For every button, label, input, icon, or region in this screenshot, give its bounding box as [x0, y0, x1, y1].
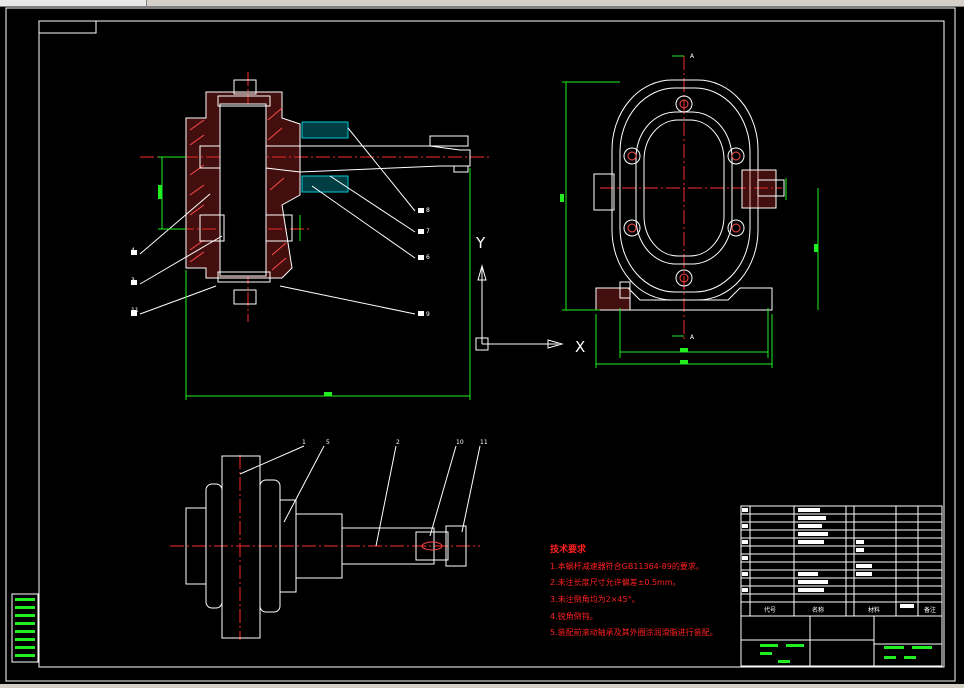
label-3: 3	[131, 277, 135, 284]
label-4: 4	[131, 247, 135, 254]
header-remark: 备注	[924, 606, 936, 614]
requirement-3: 3.未注倒角均为2×45°。	[550, 594, 640, 604]
requirement-4: 4.锐角倒钝。	[550, 611, 598, 621]
requirements-title: 技术要求	[550, 543, 587, 555]
drawing-canvas[interactable]: Y X A A 代号 名称 材料 备注 技术要求 1.本蜗杆减速器符合GB113…	[0, 0, 964, 688]
technical-requirements: 技术要求 1.本蜗杆减速器符合GB11364-89的要求。 2.未注长度尺寸允许…	[550, 543, 718, 637]
leader-labels: 4 3 11 8 7 6 9 1 5 2 10 11	[131, 207, 488, 446]
bearing-cover-top	[301, 121, 349, 139]
cad-drawing-window: Y X A A 代号 名称 材料 备注 技术要求 1.本蜗杆减速器符合GB113…	[0, 0, 964, 688]
header-name: 名称	[812, 606, 824, 614]
title-block[interactable]: 代号 名称 材料 备注	[740, 505, 943, 667]
label-9: 9	[426, 311, 430, 318]
label-8: 8	[426, 207, 430, 214]
requirement-2: 2.未注长度尺寸允许偏差±0.5mm。	[550, 577, 681, 587]
section-mark-top: A	[690, 53, 695, 60]
label-bottom-10: 10	[456, 439, 464, 446]
worm-wheel-body	[221, 455, 261, 639]
top-view	[170, 445, 481, 640]
corner-code-box	[38, 20, 97, 34]
side-strip	[11, 593, 39, 663]
status-bar	[0, 684, 964, 688]
section-mark-bottom: A	[690, 334, 695, 341]
requirement-5: 5.装配前滚动轴承及其外圈涂润滑脂进行装配。	[550, 627, 718, 637]
label-7: 7	[426, 228, 430, 235]
section-view	[131, 72, 492, 400]
header-code: 代号	[764, 606, 776, 614]
x-axis-label: X	[575, 338, 585, 356]
label-bottom-1: 1	[302, 439, 306, 446]
header-material: 材料	[868, 606, 880, 614]
y-axis-label: Y	[475, 234, 486, 252]
front-view: A A	[560, 53, 819, 368]
label-6: 6	[426, 254, 430, 261]
label-bottom-11: 11	[480, 439, 488, 446]
label-11: 11	[131, 307, 139, 314]
requirement-1: 1.本蜗杆减速器符合GB11364-89的要求。	[550, 561, 704, 571]
bearing-cover-bottom	[301, 175, 349, 193]
label-bottom-2: 2	[396, 439, 400, 446]
label-bottom-5: 5	[326, 439, 330, 446]
housing-outline	[611, 79, 759, 301]
ucs-axis-icon: Y X	[475, 234, 585, 356]
worm-wheel	[219, 103, 267, 277]
